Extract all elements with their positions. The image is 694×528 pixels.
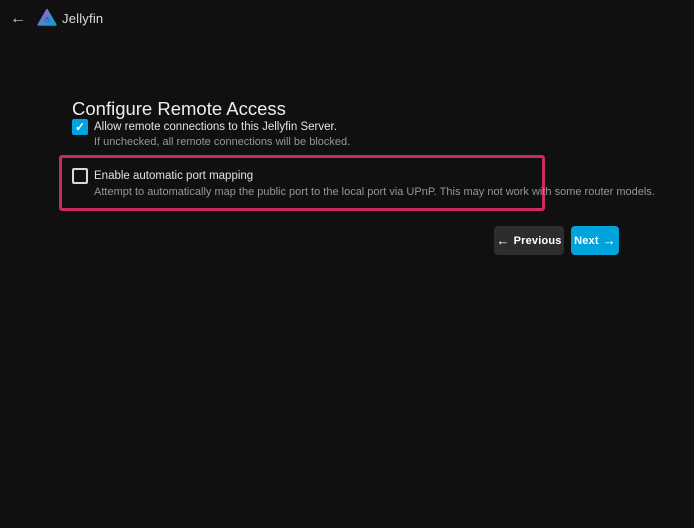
arrow-right-icon: → <box>603 234 616 247</box>
back-arrow-icon: ← <box>10 10 26 28</box>
next-button[interactable]: Next → <box>571 226 619 255</box>
app-header: ← Jellyfin <box>0 0 694 38</box>
previous-button-label: Previous <box>514 235 562 247</box>
checkbox-enable-automatic-port-mapping[interactable]: ✓ <box>72 168 88 184</box>
checkbox-allow-remote-connections[interactable]: ✓ <box>72 119 88 135</box>
next-button-label: Next <box>574 235 599 247</box>
arrow-left-icon: ← <box>496 234 509 247</box>
previous-button[interactable]: ← Previous <box>494 226 564 255</box>
label-enable-automatic-port-mapping[interactable]: Enable automatic port mapping <box>94 170 253 182</box>
page-title: Configure Remote Access <box>72 98 286 120</box>
description-enable-automatic-port-mapping: Attempt to automatically map the public … <box>94 186 655 198</box>
annotation-highlight-box <box>59 155 545 211</box>
check-icon: ✓ <box>75 121 85 133</box>
jellyfin-logo-icon <box>36 7 58 29</box>
label-allow-remote-connections[interactable]: Allow remote connections to this Jellyfi… <box>94 121 337 133</box>
app-name: Jellyfin <box>62 11 103 26</box>
description-allow-remote-connections: If unchecked, all remote connections wil… <box>94 136 350 148</box>
back-button[interactable]: ← <box>6 7 30 31</box>
